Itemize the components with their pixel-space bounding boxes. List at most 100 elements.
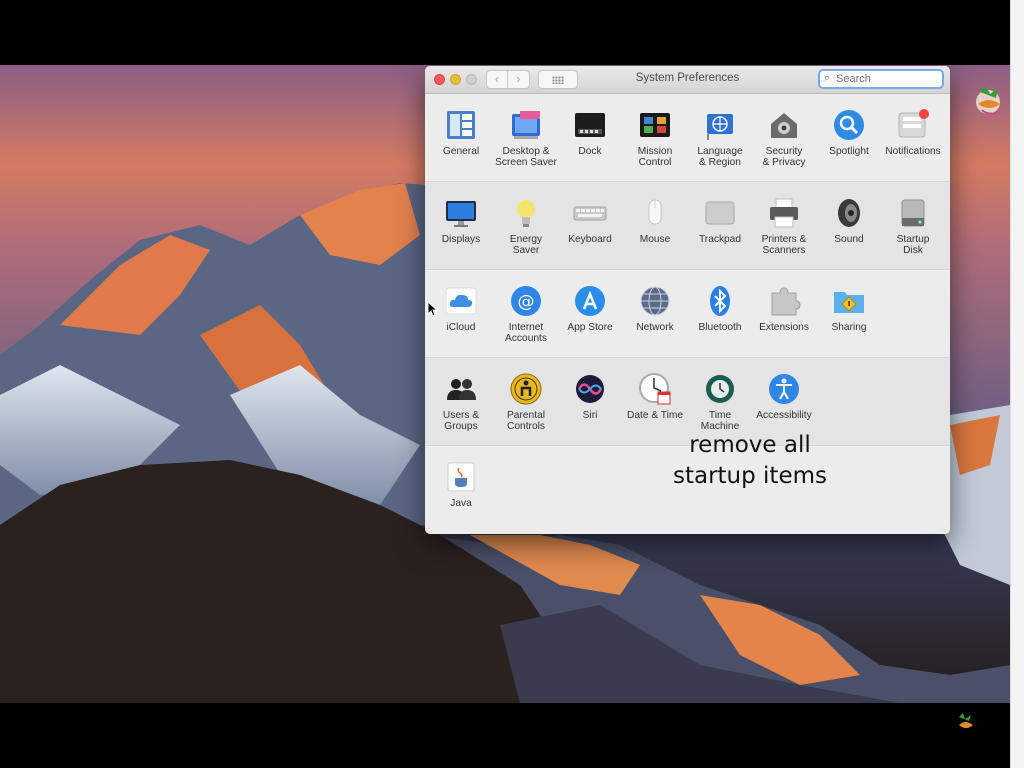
pane-label: iCloud [446, 322, 476, 333]
puzzle-piece-icon [767, 284, 801, 318]
pane-network[interactable]: Network [623, 284, 687, 333]
preferences-section-personal: General Desktop & Screen Saver Dock Miss… [425, 94, 950, 182]
search-icon: ⌕ [824, 72, 831, 84]
hard-drive-icon [896, 196, 930, 230]
video-letterbox-top [0, 0, 1010, 65]
pane-notifications[interactable]: Notifications [881, 108, 945, 157]
notifications-icon [896, 108, 930, 142]
pane-label: Trackpad [698, 234, 742, 245]
pane-internet-accounts[interactable]: @ Internet Accounts [494, 284, 558, 344]
pane-label: Date & Time [626, 410, 684, 421]
pane-dock[interactable]: Dock [558, 108, 622, 157]
pane-label: Java [450, 498, 472, 509]
pane-label: Notifications [885, 146, 941, 157]
pane-desktop-screen-saver[interactable]: Desktop & Screen Saver [494, 108, 558, 168]
desktop-screen-saver-icon [509, 108, 543, 142]
pane-java[interactable]: Java [429, 460, 493, 509]
house-lock-icon [767, 108, 801, 142]
pane-label: Startup Disk [896, 234, 930, 256]
at-sign-icon: @ [509, 284, 543, 318]
video-letterbox-bottom [0, 703, 1010, 768]
speaker-icon [832, 196, 866, 230]
search-input[interactable] [836, 72, 936, 86]
pane-energy-saver[interactable]: Energy Saver [494, 196, 558, 256]
mouse-pointer-icon [427, 300, 439, 322]
pane-label: Printers & Scanners [761, 234, 807, 256]
pane-users-groups[interactable]: Users & Groups [429, 372, 493, 432]
pane-language-region[interactable]: Language & Region [688, 108, 752, 168]
pane-label: Internet Accounts [505, 322, 547, 344]
time-machine-icon [703, 372, 737, 406]
pane-label: Accessibility [756, 410, 812, 421]
pane-label: Siri [582, 410, 598, 421]
pane-label: Bluetooth [698, 322, 742, 333]
accessibility-icon [767, 372, 801, 406]
pane-sound[interactable]: Sound [817, 196, 881, 245]
pane-date-time[interactable]: Date & Time [623, 372, 687, 421]
parental-controls-icon [509, 372, 543, 406]
video-caption-overlay: remove all startup items [600, 430, 900, 492]
pane-bluetooth[interactable]: Bluetooth [688, 284, 752, 333]
pane-parental-controls[interactable]: Parental Controls [494, 372, 558, 432]
pane-extensions[interactable]: Extensions [752, 284, 816, 333]
pane-printers-scanners[interactable]: Printers & Scanners [752, 196, 816, 256]
spotlight-icon [832, 108, 866, 142]
pane-label: General [442, 146, 480, 157]
pane-time-machine[interactable]: Time Machine [688, 372, 752, 432]
caption-line: startup items [672, 463, 827, 489]
pane-label: Sound [834, 234, 864, 245]
pane-label: Keyboard [568, 234, 612, 245]
pane-label: Spotlight [829, 146, 869, 157]
preferences-section-hardware: Displays Energy Saver Keyboard Mouse Tra… [425, 182, 950, 270]
globe-icon [638, 284, 672, 318]
pane-label: Energy Saver [509, 234, 543, 256]
watermark-logo-icon [953, 711, 977, 735]
scrollbar-strip[interactable] [1010, 0, 1024, 768]
pane-mission-control[interactable]: Mission Control [623, 108, 687, 168]
pane-displays[interactable]: Displays [429, 196, 493, 245]
pane-sharing[interactable]: Sharing [817, 284, 881, 333]
app-store-icon [573, 284, 607, 318]
general-icon [444, 108, 478, 142]
pane-security-privacy[interactable]: Security & Privacy [752, 108, 816, 168]
pane-label: Displays [441, 234, 481, 245]
siri-icon [573, 372, 607, 406]
pane-label: Time Machine [700, 410, 740, 432]
pane-accessibility[interactable]: Accessibility [752, 372, 816, 421]
pane-siri[interactable]: Siri [558, 372, 622, 421]
pane-label: Parental Controls [507, 410, 545, 432]
channel-logo-icon [968, 82, 1006, 122]
display-icon [444, 196, 478, 230]
pane-general[interactable]: General [429, 108, 493, 157]
pane-app-store[interactable]: App Store [558, 284, 622, 333]
pane-startup-disk[interactable]: Startup Disk [881, 196, 945, 256]
pane-label: Mission Control [637, 146, 673, 168]
pane-label: Users & Groups [442, 410, 480, 432]
svg-text:@: @ [518, 292, 535, 312]
keyboard-icon [573, 196, 607, 230]
mouse-icon [638, 196, 672, 230]
pane-label: Dock [578, 146, 602, 157]
dock-icon [573, 108, 607, 142]
search-field[interactable]: ⌕ [818, 69, 944, 89]
mission-control-icon [638, 108, 672, 142]
pane-mouse[interactable]: Mouse [623, 196, 687, 245]
pane-label: App Store [567, 322, 613, 333]
pane-label: Sharing [831, 322, 867, 333]
lightbulb-icon [509, 196, 543, 230]
pane-keyboard[interactable]: Keyboard [558, 196, 622, 245]
sharing-folder-icon [832, 284, 866, 318]
pane-spotlight[interactable]: Spotlight [817, 108, 881, 157]
icloud-icon [444, 284, 478, 318]
pane-label: Language & Region [697, 146, 743, 168]
users-icon [444, 372, 478, 406]
clock-calendar-icon [638, 372, 672, 406]
pane-label: Mouse [639, 234, 671, 245]
pane-label: Security & Privacy [762, 146, 806, 168]
flag-globe-icon [703, 108, 737, 142]
caption-line: remove all [689, 432, 811, 458]
pane-trackpad[interactable]: Trackpad [688, 196, 752, 245]
pane-label: Extensions [759, 322, 809, 333]
bluetooth-icon [703, 284, 737, 318]
window-titlebar[interactable]: ‹ › System Preferences ⌕ [425, 66, 950, 94]
